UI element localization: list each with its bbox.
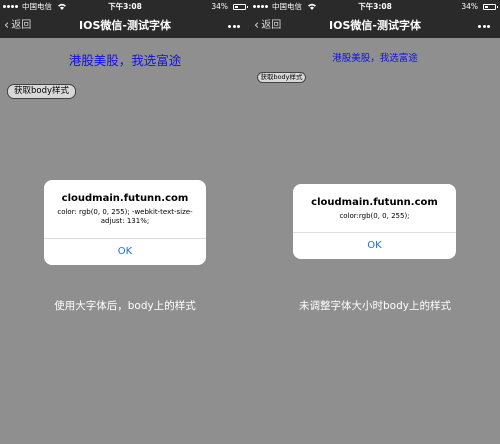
status-bar: 中国电信 下午3:08 34%: [250, 0, 500, 14]
alert-title: cloudmain.futunn.com: [61, 193, 189, 204]
alert-ok-button[interactable]: OK: [44, 239, 206, 265]
get-body-style-button[interactable]: 获取body样式: [7, 84, 76, 99]
status-bar: 中国电信 下午3:08 34%: [0, 0, 250, 14]
alert-message: color:rgb(0, 0, 255);: [339, 212, 410, 220]
chevron-left-icon: ‹: [254, 18, 260, 33]
back-button[interactable]: ‹ 返回: [254, 14, 281, 38]
alert-dialog: cloudmain.futunn.com color: rgb(0, 0, 25…: [44, 180, 206, 265]
page-headline: 港股美股，我选富途: [68, 53, 182, 68]
caption: 使用大字体后，body上的样式: [54, 300, 196, 312]
alert-title: cloudmain.futunn.com: [311, 197, 438, 208]
caption: 未调整字体大小时body上的样式: [299, 300, 451, 312]
battery-percent: 34%: [211, 2, 228, 11]
chevron-left-icon: ‹: [4, 18, 10, 33]
left-screenshot-panel: 中国电信 下午3:08 34% ‹ 返回 IOS微信-测试字体 港股美股，我选富途…: [0, 0, 250, 444]
back-button[interactable]: ‹ 返回: [4, 14, 31, 38]
nav-bar: ‹ 返回 IOS微信-测试字体: [250, 14, 500, 38]
nav-title: IOS微信-测试字体: [329, 19, 421, 32]
more-dots-icon[interactable]: [478, 25, 492, 28]
battery-icon: [233, 4, 248, 10]
nav-bar: ‹ 返回 IOS微信-测试字体: [0, 14, 250, 38]
battery-percent: 34%: [461, 2, 478, 11]
alert-ok-button[interactable]: OK: [293, 233, 456, 259]
nav-title: IOS微信-测试字体: [79, 19, 171, 32]
page-headline: 港股美股，我选富途: [332, 53, 418, 64]
alert-dialog: cloudmain.futunn.com color:rgb(0, 0, 255…: [293, 184, 456, 259]
back-label: 返回: [11, 20, 32, 31]
more-dots-icon[interactable]: [228, 25, 242, 28]
alert-message: color: rgb(0, 0, 255); -webkit-text-size…: [57, 208, 193, 225]
battery-icon: [483, 4, 498, 10]
back-label: 返回: [261, 20, 282, 31]
get-body-style-button[interactable]: 获取body样式: [257, 72, 306, 83]
right-screenshot-panel: 中国电信 下午3:08 34% ‹ 返回 IOS微信-测试字体 港股美股，我选富途…: [250, 0, 500, 444]
